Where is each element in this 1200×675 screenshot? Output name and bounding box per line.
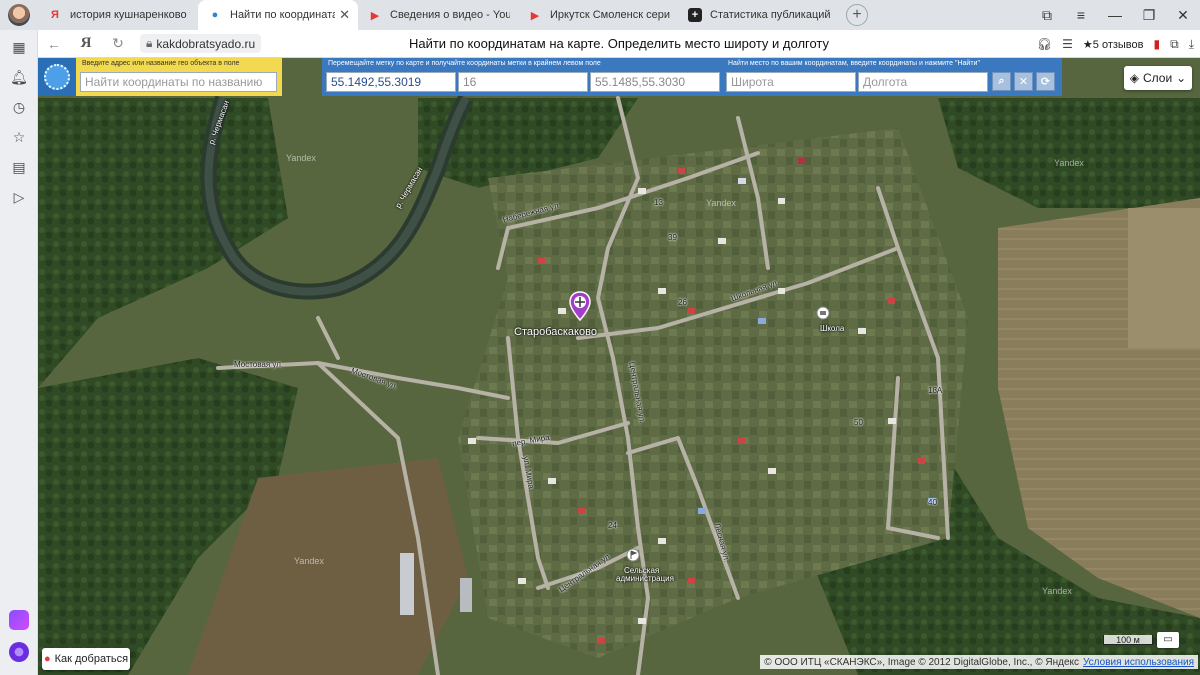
longitude-input[interactable]: Долгота <box>858 72 988 92</box>
address-actions: 🎧︎ ☰ ★5 отзывов ▮ ⧉ ⤓ <box>1037 30 1194 58</box>
menu-icon[interactable]: ≡ <box>1064 7 1098 23</box>
search-icon[interactable]: ⌕ <box>992 72 1011 91</box>
history-clock-icon[interactable]: ◷ <box>8 96 30 118</box>
clear-icon[interactable]: ✕ <box>1014 72 1033 91</box>
tab-history[interactable]: Я история кушнаренково уф <box>38 0 198 30</box>
headphones-icon[interactable]: 🎧︎ <box>1037 37 1052 51</box>
tab-title: Иркутск Смоленск серия ( <box>550 9 670 21</box>
map-pin-icon: ● <box>43 653 51 665</box>
house-number: 24 <box>608 521 617 530</box>
house-number: 39 <box>668 233 677 242</box>
tab-publication-stats[interactable]: + Статистика публикаций | Я <box>678 0 838 30</box>
field-strip <box>1128 208 1200 348</box>
bookmarks-icon[interactable]: ⧉ <box>1030 7 1064 24</box>
search-hint: Введите адрес или название гео объекта в… <box>82 60 240 67</box>
layers-button[interactable]: ◈ Слои ⌄ <box>1124 66 1192 90</box>
youtube-icon: ▶ <box>370 9 380 22</box>
collections-icon[interactable]: ▤ <box>8 156 30 178</box>
tab-irkutsk-smolensk[interactable]: ▶ Иркутск Смоленск серия ( <box>518 0 678 30</box>
ruler-icon[interactable]: ▭ <box>1157 632 1179 648</box>
play-icon[interactable]: ▷ <box>8 186 30 208</box>
layers-label: Слои <box>1142 71 1173 85</box>
center-coords-field[interactable]: 55.1485,55.3030 <box>590 72 720 92</box>
house-number: 50 <box>854 418 863 427</box>
house-number: 13 <box>654 198 663 207</box>
lock-icon: 🔒︎ <box>146 36 153 50</box>
tab-title: Сведения о видео - YouTu <box>390 9 510 21</box>
reload-icon[interactable]: ↻ <box>102 35 134 52</box>
admin-label-line2: администрация <box>616 574 674 583</box>
bell-icon[interactable]: 🔔︎ <box>8 66 30 88</box>
house-number: 40 <box>928 498 937 507</box>
apps-grid-icon[interactable]: ▦ <box>8 36 30 58</box>
location-pin-icon[interactable] <box>569 291 591 321</box>
window-controls: ⧉ ≡ — ❐ ✕ <box>1030 0 1200 30</box>
barn <box>460 578 472 612</box>
search-by-name-input[interactable]: Найти координаты по названию <box>80 72 277 92</box>
tab-title: Статистика публикаций | Я <box>710 9 830 21</box>
minimize-icon[interactable]: — <box>1098 7 1132 23</box>
street-label: Мостовая ул. <box>234 360 284 369</box>
restore-icon[interactable]: ❐ <box>1132 7 1166 24</box>
tab-title: Найти по координатам <box>230 9 336 21</box>
reviews-badge[interactable]: ★5 отзывов <box>1083 38 1144 51</box>
url-text: kakdobratsyado.ru <box>156 36 256 51</box>
alice-icon[interactable] <box>9 642 29 662</box>
address-bar: ← Я ↻ 🔒︎ kakdobratsyado.ru Найти по коор… <box>38 30 1200 58</box>
search-panel: Введите адрес или название гео объекта в… <box>76 58 282 96</box>
scale-bar: 100 м <box>1103 635 1153 645</box>
terms-link[interactable]: Условия использования <box>1083 657 1194 668</box>
star-icon[interactable]: ☆ <box>8 126 30 148</box>
zen-icon: + <box>688 8 702 22</box>
site-logo[interactable] <box>38 58 76 96</box>
tab-find-coordinates[interactable]: ● Найти по координатам ✕ <box>198 0 358 30</box>
layers-icon: ◈ <box>1129 71 1139 85</box>
messenger-icon[interactable] <box>9 610 29 630</box>
close-tab-icon[interactable]: ✕ <box>339 7 350 23</box>
village-label: Старобаскаково <box>514 326 597 338</box>
route-button[interactable]: ● Как добраться <box>42 648 130 670</box>
refresh-icon[interactable]: ⟳ <box>1036 72 1055 91</box>
yandex-logo-icon[interactable]: Я <box>70 35 102 52</box>
translate-icon[interactable]: ⧉ <box>1170 37 1179 52</box>
site-icon: ● <box>211 9 219 21</box>
school-marker-icon[interactable] <box>816 306 830 320</box>
yandex-icon: Я <box>51 9 59 21</box>
url-field[interactable]: 🔒︎ kakdobratsyado.ru <box>140 34 262 53</box>
yandex-watermark: Yandex <box>294 556 324 566</box>
sun-logo-icon <box>44 64 70 90</box>
youtube-icon: ▶ <box>530 9 540 22</box>
map-copyright: © ООО ИТЦ «СКАНЭКС», Image © 2012 Digita… <box>760 655 1198 669</box>
house-number: 26 <box>678 298 687 307</box>
back-arrow-icon[interactable]: ← <box>38 36 70 52</box>
satellite-map[interactable]: Старобаскаково Школа Сельская администра… <box>38 58 1200 675</box>
reader-mode-icon[interactable]: ☰ <box>1062 37 1073 51</box>
yandex-watermark: Yandex <box>1042 586 1072 596</box>
tab-bar: Я история кушнаренково уф ● Найти по коо… <box>0 0 1200 30</box>
move-marker-hint: Перемещайте метку по карте и получайте к… <box>328 60 601 67</box>
browser-sidebar: ▦ 🔔︎ ◷ ☆ ▤ ▷ <box>0 30 38 675</box>
latitude-input[interactable]: Широта <box>726 72 856 92</box>
find-place-hint: Найти место по вашим координатам, введит… <box>728 60 980 67</box>
school-label: Школа <box>820 324 845 333</box>
yandex-watermark: Yandex <box>706 198 736 208</box>
user-avatar[interactable] <box>8 4 30 26</box>
tab-title: история кушнаренково уф <box>70 9 190 21</box>
marker-coords-field[interactable]: 55.1492,55.3019 <box>326 72 456 92</box>
download-icon[interactable]: ⤓ <box>1189 37 1194 52</box>
bookmark-icon[interactable]: ▮ <box>1154 37 1161 51</box>
barn <box>400 553 414 615</box>
map-scale: 100 м ▭ <box>1103 632 1179 648</box>
copyright-text: © ООО ИТЦ «СКАНЭКС», Image © 2012 Digita… <box>764 656 1079 668</box>
yandex-watermark: Yandex <box>1054 158 1084 168</box>
close-window-icon[interactable]: ✕ <box>1166 7 1200 24</box>
route-label: Как добраться <box>54 653 129 665</box>
yandex-watermark: Yandex <box>286 153 316 163</box>
house-number: 18А <box>928 386 943 395</box>
chevron-down-icon: ⌄ <box>1176 71 1187 85</box>
tab-youtube-video[interactable]: ▶ Сведения о видео - YouTu <box>358 0 518 30</box>
new-tab-button[interactable]: + <box>846 4 868 26</box>
admin-flag-icon[interactable] <box>626 548 640 562</box>
zoom-level-field[interactable]: 16 <box>458 72 588 92</box>
